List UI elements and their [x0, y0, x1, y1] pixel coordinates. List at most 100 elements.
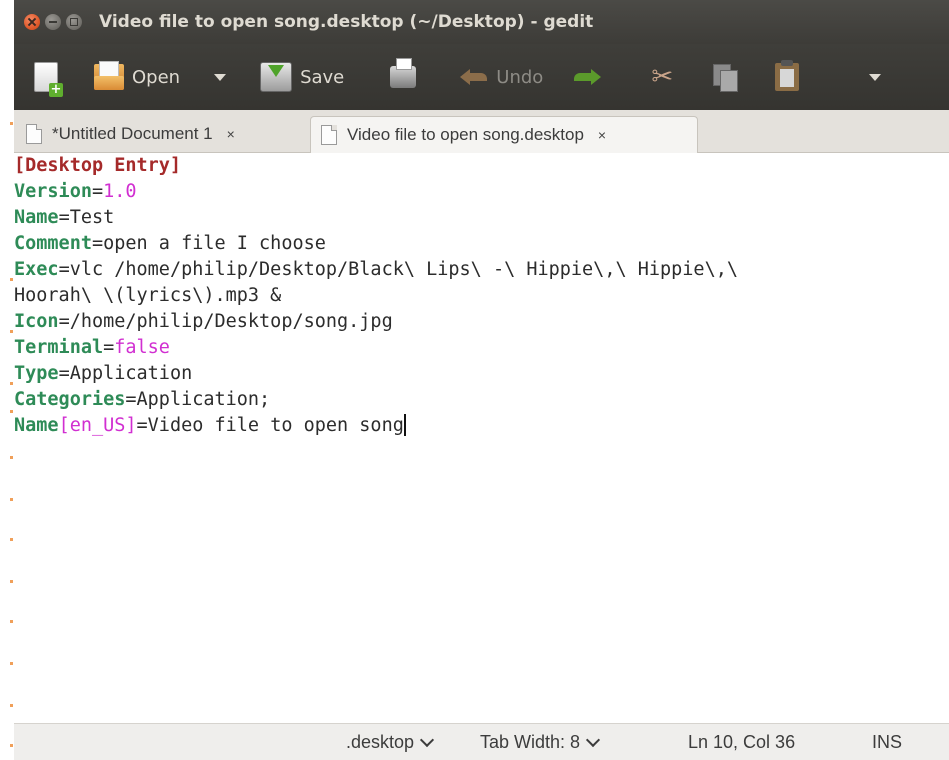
tab-bar: *Untitled Document 1 × Video file to ope…: [14, 110, 949, 153]
save-button-label: Save: [300, 66, 345, 88]
entry-equals: =: [58, 311, 70, 332]
document-icon: [321, 125, 337, 145]
entry-key: Type: [14, 363, 59, 384]
entry-value: 1.0: [103, 181, 137, 202]
entry-equals: =: [58, 363, 70, 384]
entry-key: Icon: [14, 311, 59, 332]
gedit-window: Video file to open song.desktop (~/Deskt…: [0, 0, 949, 760]
change-marker: [10, 538, 13, 541]
entry-equals: =: [125, 389, 137, 410]
editor-line[interactable]: Name[en_US]=Video file to open song: [14, 413, 949, 439]
editor-line[interactable]: Hoorah\ \(lyrics\).mp3 &: [14, 283, 949, 309]
entry-key: Terminal: [14, 337, 104, 358]
change-marker: [10, 580, 13, 583]
close-tab-icon[interactable]: ×: [598, 127, 606, 143]
chevron-down-icon: [869, 73, 882, 81]
tab-label: *Untitled Document 1: [52, 124, 213, 143]
editor-line[interactable]: Type=Application: [14, 361, 949, 387]
editor-line[interactable]: [Desktop Entry]: [14, 153, 949, 179]
text-editor[interactable]: [Desktop Entry] Version=1.0 Name=Test Co…: [14, 153, 949, 723]
cursor-position: Ln 10, Col 36: [688, 732, 795, 753]
change-marker: [10, 704, 13, 707]
close-window-icon[interactable]: [24, 14, 40, 30]
tab-width-selector[interactable]: Tab Width: 8: [480, 732, 601, 753]
undo-button[interactable]: Undo: [460, 57, 543, 97]
tab-video-file-desktop[interactable]: Video file to open song.desktop ×: [310, 116, 698, 153]
entry-value: Application;: [136, 389, 271, 410]
entry-key: Name: [14, 207, 59, 228]
open-button-label: Open: [132, 66, 181, 88]
entry-equals: =: [58, 259, 70, 280]
editor-line[interactable]: Terminal=false: [14, 335, 949, 361]
editor-line[interactable]: Icon=/home/philip/Desktop/song.jpg: [14, 309, 949, 335]
toolbar-overflow-button[interactable]: [869, 57, 882, 97]
language-selector[interactable]: .desktop: [346, 732, 435, 753]
editor-line[interactable]: Version=1.0: [14, 179, 949, 205]
redo-button[interactable]: [573, 57, 602, 97]
title-bar[interactable]: Video file to open song.desktop (~/Deskt…: [14, 0, 949, 44]
save-button[interactable]: Save: [260, 57, 344, 97]
entry-key: Categories: [14, 389, 126, 410]
clipboard-icon: [775, 60, 800, 91]
entry-equals: =: [91, 181, 104, 202]
maximize-window-icon[interactable]: [66, 14, 82, 30]
change-marker: [10, 122, 13, 125]
printer-icon: [390, 58, 417, 88]
entry-value: vlc /home/philip/Desktop/Black\ Lips\ -\…: [69, 259, 738, 280]
print-button[interactable]: [390, 57, 417, 97]
language-label: .desktop: [346, 732, 415, 752]
editor-line[interactable]: Categories=Application;: [14, 387, 949, 413]
change-marker: [10, 278, 13, 281]
insert-mode: INS: [872, 732, 902, 753]
insert-mode-label: INS: [872, 732, 903, 752]
change-marker: [10, 382, 13, 385]
paste-button[interactable]: [775, 57, 800, 97]
new-document-button[interactable]: [34, 57, 63, 97]
entry-key: Exec: [14, 259, 59, 280]
undo-arrow-icon: [460, 67, 488, 87]
cut-button[interactable]: ✂: [651, 57, 673, 97]
cursor-position-label: Ln 10, Col 36: [688, 732, 796, 752]
entry-key: Name: [14, 415, 59, 436]
text-cursor: [403, 414, 406, 436]
editor-line[interactable]: Exec=vlc /home/philip/Desktop/Black\ Lip…: [14, 257, 949, 283]
editor-line[interactable]: Comment=open a file I choose: [14, 231, 949, 257]
change-marker: [10, 620, 13, 623]
entry-value: open a file I choose: [103, 233, 326, 254]
close-tab-icon[interactable]: ×: [227, 126, 235, 142]
change-marker: [10, 456, 13, 459]
chevron-down-icon: [419, 732, 435, 747]
open-recent-dropdown[interactable]: [214, 57, 227, 97]
new-document-icon: [34, 62, 63, 97]
entry-equals: =: [58, 207, 70, 228]
window-title: Video file to open song.desktop (~/Deskt…: [99, 12, 594, 32]
change-marker: [10, 498, 13, 501]
minimize-window-icon[interactable]: [45, 14, 61, 30]
entry-locale: [en_US]: [58, 415, 137, 436]
document-icon: [26, 124, 42, 144]
entry-equals: =: [136, 415, 148, 436]
entry-key: Comment: [14, 233, 92, 254]
copy-button[interactable]: [713, 57, 739, 97]
tab-width-label: Tab Width: 8: [480, 732, 581, 752]
chevron-down-icon: [214, 73, 227, 81]
undo-button-label: Undo: [496, 66, 544, 88]
save-icon: [260, 62, 293, 92]
toolbar: Open Save Undo ✂: [14, 44, 949, 110]
tab-untitled-document[interactable]: *Untitled Document 1 ×: [16, 116, 304, 152]
redo-arrow-icon: [573, 67, 602, 87]
editor-line[interactable]: Name=Test: [14, 205, 949, 231]
entry-value: /home/philip/Desktop/song.jpg: [69, 311, 393, 332]
entry-value: Video file to open song: [147, 415, 404, 436]
status-bar: .desktop Tab Width: 8 Ln 10, Col 36 INS: [14, 723, 949, 760]
tab-label: Video file to open song.desktop: [347, 125, 584, 144]
copy-icon: [713, 64, 739, 92]
entry-value: Test: [69, 207, 115, 228]
change-marker: [10, 662, 13, 665]
change-marker: [10, 410, 13, 413]
change-marker: [10, 330, 13, 333]
open-button[interactable]: Open: [94, 57, 180, 97]
wrapped-continuation: Hoorah\ \(lyrics\).mp3 &: [14, 285, 282, 306]
scissors-icon: ✂: [651, 62, 674, 92]
entry-key: Version: [14, 181, 92, 202]
